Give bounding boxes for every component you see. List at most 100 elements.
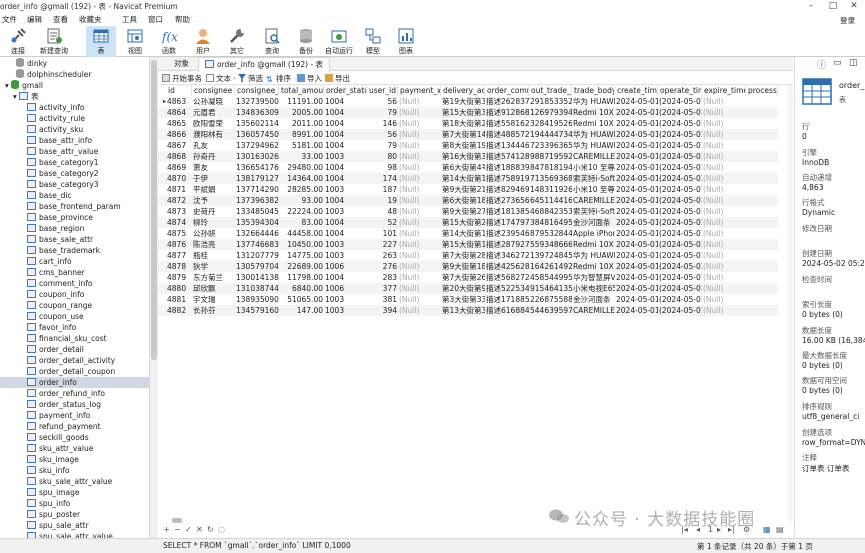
table-row[interactable]: 4879东方菊兰1300141384711798.001004283(Null)… [158,272,778,283]
cell-out_trade_no[interactable]: 1397248455 [529,250,572,261]
column-header-consignee[interactable]: consignee [192,85,235,96]
import-button[interactable]: 导入 [297,73,322,84]
cell-out_trade_no[interactable]: 7135693685 [529,173,572,184]
cell-process_st[interactable] [746,195,778,206]
cell-order_status[interactable]: 1003 [324,294,367,305]
sidebar-table-spu_sale_attr[interactable]: spu_sale_attr [0,520,149,531]
cell-expire_time[interactable]: (Null) [702,239,746,250]
menu-file[interactable]: 文件 [2,14,17,25]
sidebar-table-base_province[interactable]: base_province [0,212,149,223]
cell-expire_time[interactable]: (Null) [702,206,746,217]
sidebar-table-base_frontend_param[interactable]: base_frontend_param [0,201,149,212]
cell-user_id[interactable]: 377 [367,283,398,294]
cell-expire_time[interactable]: (Null) [702,129,746,140]
cell-id[interactable]: 4881 [166,294,192,305]
cell-order_status[interactable]: 1003 [324,305,367,316]
user-button[interactable]: 用户 [188,26,218,57]
cell-user_id[interactable]: 56 [367,96,398,107]
sidebar-table-order_detail_coupon[interactable]: order_detail_coupon [0,366,149,377]
cell-expire_time[interactable]: (Null) [702,118,746,129]
cell-payment_way[interactable]: (Null) [398,195,441,206]
cell-user_id[interactable]: 227 [367,239,398,250]
cell-total_amount[interactable]: 29480.00 [279,162,324,173]
cell-user_id[interactable]: 187 [367,184,398,195]
cell-user_id[interactable]: 381 [367,294,398,305]
sidebar-table-sku_sale_attr_value[interactable]: sku_sale_attr_value [0,476,149,487]
cell-consignee[interactable]: 孙奇丹 [192,151,235,162]
cell-user_id[interactable]: 19 [367,195,398,206]
column-header-delivery_address[interactable]: delivery_address [441,85,485,96]
cell-user_id[interactable]: 283 [367,272,398,283]
query-button[interactable]: 查询 [257,26,287,57]
column-header-process_st[interactable]: process_st [746,85,778,96]
table-row[interactable]: 4866濮阳林有136057450528991.00100456(Null)第7… [158,129,778,140]
column-header-user_id[interactable]: user_id [367,85,398,96]
cell-consignee_tel[interactable]: 13266444605 [235,228,279,239]
add-record-button[interactable]: + [163,525,170,534]
sidebar-table-base_attr_value[interactable]: base_attr_value [0,146,149,157]
cell-out_trade_no[interactable]: 5446395972 [529,305,572,316]
cell-payment_way[interactable]: (Null) [398,239,441,250]
cell-user_id[interactable]: 98 [367,162,398,173]
cell-total_amount[interactable]: 93.00 [279,195,324,206]
cell-payment_way[interactable]: (Null) [398,206,441,217]
cell-consignee[interactable]: 欧阳雪荣 [192,118,235,129]
cell-expire_time[interactable]: (Null) [702,162,746,173]
cell-process_st[interactable] [746,96,778,107]
cell-total_amount[interactable]: 22224.00 [279,206,324,217]
cell-process_st[interactable] [746,261,778,272]
cell-consignee_tel[interactable]: 13817912758 [235,173,279,184]
cell-create_time[interactable]: 2024-05-01 [615,151,658,162]
cell-id[interactable]: 4870 [166,173,192,184]
other-button[interactable]: 其它 [222,26,252,57]
cell-consignee_tel[interactable]: 13774668322 [235,239,279,250]
cell-trade_body[interactable]: CAREMILLE [572,305,615,316]
sidebar-table-comment_info[interactable]: comment_info [0,278,149,289]
cell-payment_way[interactable]: (Null) [398,261,441,272]
cell-payment_way[interactable]: (Null) [398,184,441,195]
cell-consignee[interactable]: 于伊 [192,173,235,184]
cell-consignee[interactable]: 陈浩亮 [192,239,235,250]
sidebar-table-base_category3[interactable]: base_category3 [0,179,149,190]
cell-out_trade_no[interactable]: 2268755887 [529,294,572,305]
cell-user_id[interactable]: 276 [367,261,398,272]
cell-trade_body[interactable]: Redmi 10X 4 [572,239,615,250]
cell-operate_time[interactable]: (2024-05-01 [658,118,702,129]
cell-create_time[interactable]: 2024-05-01 [615,294,658,305]
cell-consignee_tel[interactable]: 13729496251 [235,140,279,151]
cell-process_st[interactable] [746,217,778,228]
table-row[interactable]: 4875公孙妍1326644460544458.001004101(Null)第… [158,228,778,239]
cell-order_comment[interactable]: 描述568272 [485,272,529,283]
cell-operate_time[interactable]: (2024-05-01 [658,162,702,173]
cell-expire_time[interactable]: (Null) [702,228,746,239]
cell-payment_way[interactable]: (Null) [398,217,441,228]
cell-user_id[interactable]: 146 [367,118,398,129]
cell-delivery_address[interactable]: 第14大街第1 [441,228,485,239]
sidebar-table-spu_sale_attr_value[interactable]: spu_sale_attr_value [0,531,149,538]
cell-id[interactable]: 4878 [166,261,192,272]
cell-create_time[interactable]: 2024-05-01 [615,272,658,283]
cell-expire_time[interactable]: (Null) [702,173,746,184]
cell-total_amount[interactable]: 10450.00 [279,239,324,250]
cell-order_status[interactable]: 1004 [324,272,367,283]
cell-consignee[interactable]: 长孙芬 [192,305,235,316]
cell-consignee[interactable]: 沈予 [192,195,235,206]
cell-total_amount[interactable]: 33.00 [279,151,324,162]
cell-consignee_tel[interactable]: 13539430458 [235,217,279,228]
cell-id[interactable]: 4872 [166,195,192,206]
cell-id[interactable]: 4868 [166,151,192,162]
cell-payment_way[interactable]: (Null) [398,173,441,184]
cell-trade_body[interactable]: Redmi 10X 4 [572,118,615,129]
cell-out_trade_no[interactable]: 9887195926 [529,151,572,162]
cell-id[interactable]: 4875 [166,228,192,239]
cell-order_comment[interactable]: 描述239546 [485,228,529,239]
cell-order_status[interactable]: 1004 [324,195,367,206]
sidebar-table-base_region[interactable]: base_region [0,223,149,234]
sidebar-table-sku_image[interactable]: sku_image [0,454,149,465]
cell-expire_time[interactable]: (Null) [702,261,746,272]
table-row[interactable]: 4873史荷丹1334850456222224.00100348(Null)第9… [158,206,778,217]
cell-delivery_address[interactable]: 第13大街第3 [441,305,485,316]
login-link[interactable]: 登录 [840,15,855,26]
cell-order_comment[interactable]: 描述346272 [485,250,529,261]
cell-total_amount[interactable]: 28285.00 [279,184,324,195]
